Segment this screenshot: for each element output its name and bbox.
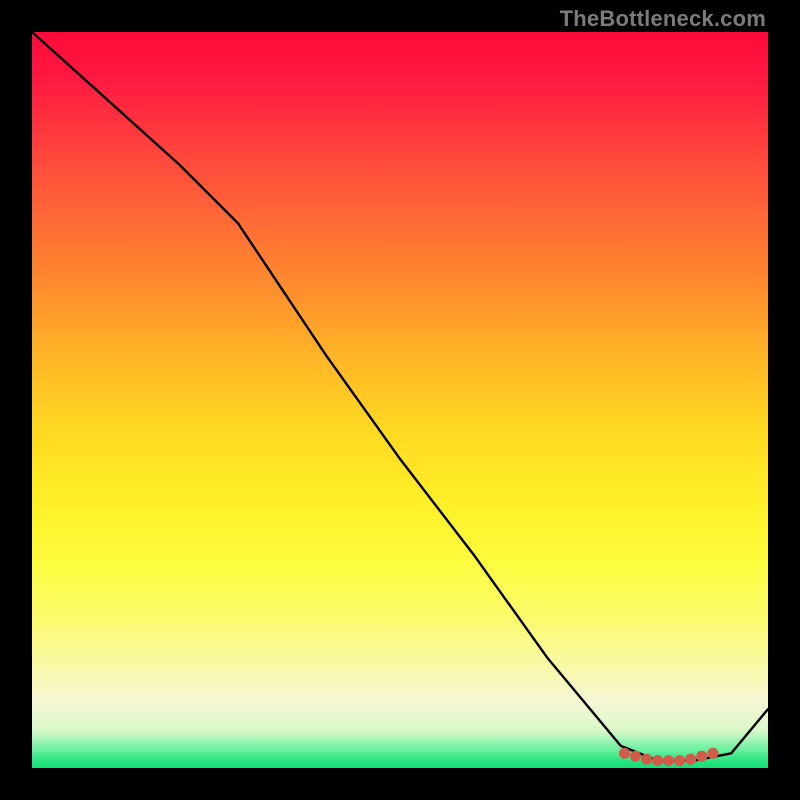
bottleneck-line xyxy=(32,32,768,761)
optimal-marker xyxy=(630,751,641,762)
optimal-marker xyxy=(674,755,685,766)
curve-svg xyxy=(32,32,768,768)
optimal-marker xyxy=(685,754,696,765)
optimal-marker xyxy=(663,755,674,766)
chart-frame: TheBottleneck.com xyxy=(0,0,800,800)
optimal-marker xyxy=(707,748,718,759)
plot-area xyxy=(32,32,768,768)
watermark-text: TheBottleneck.com xyxy=(560,6,766,32)
optimal-marker xyxy=(641,754,652,765)
optimal-marker xyxy=(619,748,630,759)
optimal-marker xyxy=(696,751,707,762)
optimal-marker xyxy=(652,755,663,766)
